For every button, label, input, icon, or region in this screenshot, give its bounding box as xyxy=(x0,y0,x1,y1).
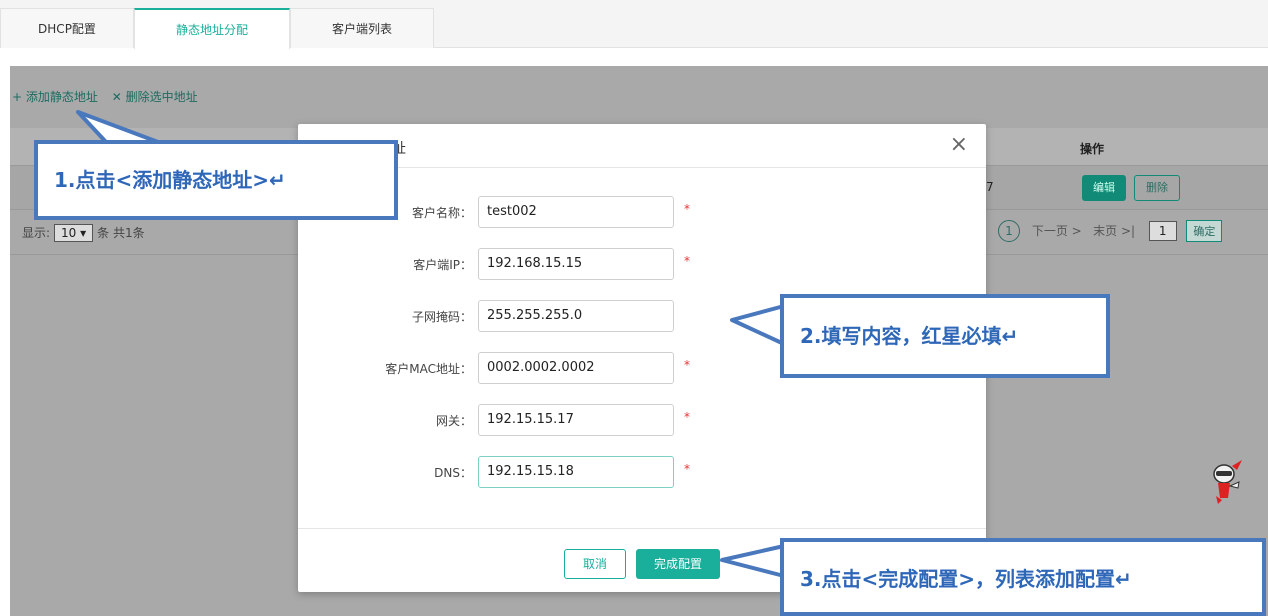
operations-header: 操作 xyxy=(1080,142,1105,156)
tab-bar: DHCP配置 静态地址分配 客户端列表 xyxy=(0,0,1268,49)
show-label: 显示: xyxy=(22,226,51,240)
callout-step-1: 1.点击<添加静态地址>↵ xyxy=(34,140,398,220)
page-size-select[interactable]: 10 ▾ xyxy=(54,224,94,242)
form-row-dns: DNS： 192.15.15.18 * xyxy=(298,456,986,490)
dns-input[interactable]: 192.15.15.18 xyxy=(478,456,674,488)
pagination: 1 下一页 > 末页 >| 1 确定 xyxy=(998,220,1223,242)
field-label: 网关： xyxy=(435,414,472,428)
required-star: * xyxy=(684,358,690,372)
page-number-input[interactable]: 1 xyxy=(1148,221,1177,241)
required-star: * xyxy=(684,254,690,268)
edit-button[interactable]: 编辑 xyxy=(1082,175,1126,201)
required-star: * xyxy=(684,410,690,424)
client-name-input[interactable]: test002 xyxy=(478,196,674,228)
subnet-mask-input[interactable]: 255.255.255.0 xyxy=(478,300,674,332)
callout-step-3: 3.点击<完成配置>，列表添加配置↵ xyxy=(780,538,1266,616)
total-label: 条 共1条 xyxy=(97,226,145,240)
close-icon[interactable]: × xyxy=(950,132,968,157)
delete-selected-button[interactable]: ✕ 删除选中地址 xyxy=(112,90,198,104)
required-star: * xyxy=(684,462,690,476)
last-page-link[interactable]: 末页 >| xyxy=(1093,224,1135,238)
row-cell-text: 7 xyxy=(986,180,994,194)
mac-address-input[interactable]: 0002.0002.0002 xyxy=(478,352,674,384)
field-label: 客户MAC地址： xyxy=(385,362,472,376)
callout-step-2: 2.填写内容，红星必填↵ xyxy=(780,294,1110,378)
field-label: DNS： xyxy=(434,466,472,480)
form-row-client-name: 客户名称： test002 * xyxy=(298,196,986,230)
page-confirm-button[interactable]: 确定 xyxy=(1186,220,1223,242)
delete-button[interactable]: 删除 xyxy=(1134,175,1180,201)
field-label: 子网掩码： xyxy=(411,310,472,324)
form-row-client-ip: 客户端IP： 192.168.15.15 * xyxy=(298,248,986,282)
dialog-header: 址 × xyxy=(298,124,986,168)
next-page-link[interactable]: 下一页 > xyxy=(1032,224,1082,238)
tab-client-list[interactable]: 客户端列表 xyxy=(290,8,434,48)
current-page-indicator[interactable]: 1 xyxy=(998,220,1020,242)
form-row-gateway: 网关： 192.15.15.17 * xyxy=(298,404,986,438)
required-star: * xyxy=(684,202,690,216)
mascot-icon xyxy=(1213,460,1242,504)
add-static-address-button[interactable]: + 添加静态地址 xyxy=(12,90,98,104)
field-label: 客户名称： xyxy=(411,206,472,220)
cancel-button[interactable]: 取消 xyxy=(564,549,626,579)
tab-static-address[interactable]: 静态地址分配 xyxy=(134,8,290,49)
tab-dhcp-config[interactable]: DHCP配置 xyxy=(0,8,134,48)
field-label: 客户端IP： xyxy=(413,258,472,272)
page-size-control: 显示: 10 ▾ 条 共1条 xyxy=(22,224,145,242)
finish-config-button[interactable]: 完成配置 xyxy=(636,549,720,579)
client-ip-input[interactable]: 192.168.15.15 xyxy=(478,248,674,280)
toolbar: + 添加静态地址 ✕ 删除选中地址 xyxy=(12,88,208,105)
gateway-input[interactable]: 192.15.15.17 xyxy=(478,404,674,436)
